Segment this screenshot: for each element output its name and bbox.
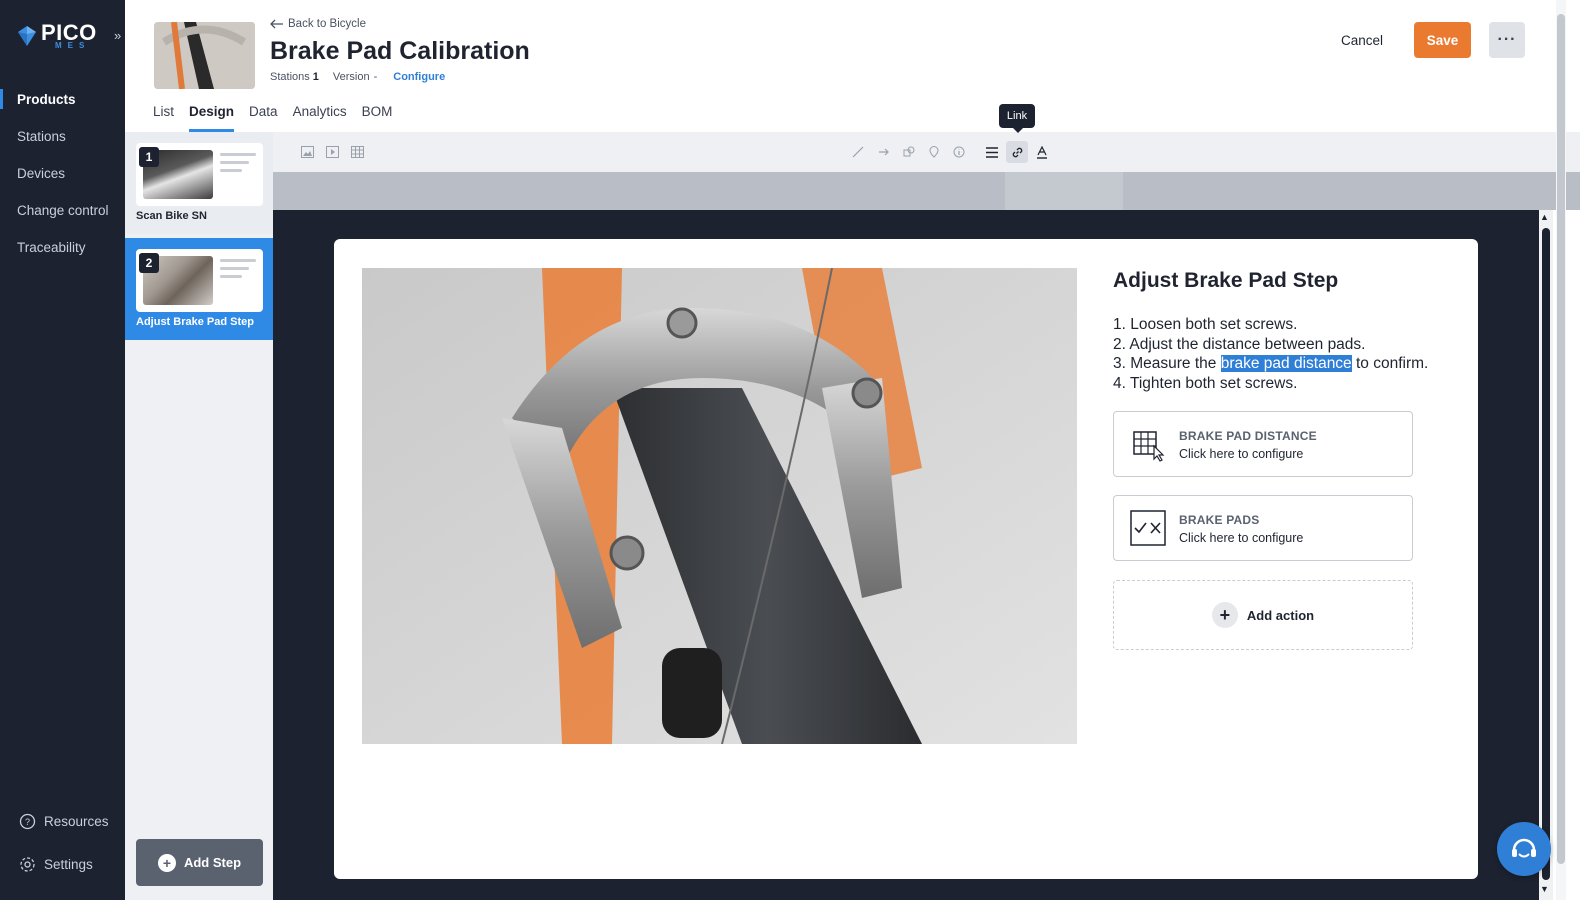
step-photo[interactable] <box>362 268 1077 744</box>
nav-item-change-control[interactable]: Change control <box>0 192 125 229</box>
action-brake-pads[interactable]: BRAKE PADS Click here to configure <box>1113 495 1413 561</box>
more-options-button[interactable]: ··· <box>1489 22 1525 58</box>
editor-toolbar <box>273 132 1580 172</box>
arrow-left-icon <box>270 19 283 29</box>
step-number: 2 <box>139 253 159 273</box>
step-item-active[interactable]: 2 Adjust Brake Pad Step <box>125 238 273 340</box>
step-label: Scan Bike SN <box>136 210 207 222</box>
text-color-icon[interactable] <box>1033 143 1051 161</box>
collapse-sidebar-icon[interactable]: » <box>114 28 128 44</box>
tab-analytics[interactable]: Analytics <box>293 98 347 132</box>
instruction-line: 2. Adjust the distance between pads. <box>1113 335 1366 353</box>
product-tabs: List Design Data Analytics BOM <box>153 98 407 132</box>
selected-text: brake pad distance <box>1220 355 1352 372</box>
table-cursor-icon <box>1133 431 1165 462</box>
canvas-scroll-thumb[interactable] <box>1542 228 1550 880</box>
main-nav: Products Stations Devices Change control… <box>0 81 125 266</box>
step-card: Adjust Brake Pad Step 1. Loosen both set… <box>334 239 1478 879</box>
back-link[interactable]: Back to Bicycle <box>270 18 366 30</box>
image-icon[interactable] <box>298 143 316 161</box>
cancel-button[interactable]: Cancel <box>1330 25 1394 55</box>
step-thumbnail: 2 <box>136 249 263 312</box>
step-number: 1 <box>139 147 159 167</box>
tab-list[interactable]: List <box>153 98 174 132</box>
marker-icon[interactable] <box>925 143 943 161</box>
instruction-line: 1. Loosen both set screws. <box>1113 316 1298 333</box>
scroll-up-icon[interactable]: ▲ <box>1540 212 1549 222</box>
chat-help-button[interactable] <box>1497 822 1551 876</box>
link-tooltip: Link <box>999 104 1035 133</box>
tab-design[interactable]: Design <box>189 98 235 132</box>
check-cross-icon <box>1130 510 1166 546</box>
nav-item-traceability[interactable]: Traceability <box>0 229 125 266</box>
nav-item-resources[interactable]: ? Resources <box>0 809 125 833</box>
instructions-text[interactable]: 1. Loosen both set screws. 2. Adjust the… <box>1113 315 1428 393</box>
nav-item-stations[interactable]: Stations <box>0 118 125 155</box>
page-title: Brake Pad Calibration <box>270 37 530 65</box>
instruction-line: 3. Measure the brake pad distance to con… <box>1113 355 1429 372</box>
steps-panel: 1 Scan Bike SN 2 Adjust Brake Pad Step <box>125 132 273 900</box>
help-circle-icon: ? <box>19 813 36 829</box>
link-icon[interactable] <box>1006 141 1028 163</box>
product-meta: Stations 1 Version - Configure <box>270 71 446 83</box>
logo-diamond-icon <box>18 26 36 46</box>
line-icon[interactable] <box>849 143 867 161</box>
logo-sub: MES <box>55 41 91 50</box>
nav-item-settings[interactable]: Settings <box>0 852 125 876</box>
logo[interactable]: PICO MES <box>17 22 97 50</box>
version-value: - <box>373 71 378 83</box>
stations-count: 1 <box>312 71 319 83</box>
instruction-line: 4. Tighten both set screws. <box>1113 374 1298 392</box>
sidebar: PICO MES » Products Stations Devices Cha… <box>0 0 125 900</box>
table-icon[interactable] <box>348 143 366 161</box>
step-title[interactable]: Adjust Brake Pad Step <box>1113 269 1338 293</box>
tab-data[interactable]: Data <box>249 98 278 132</box>
add-action-button[interactable]: + Add action <box>1113 580 1413 650</box>
scroll-down-icon[interactable]: ▼ <box>1540 884 1549 894</box>
configure-link[interactable]: Configure <box>393 71 445 83</box>
add-step-button[interactable]: + Add Step <box>136 839 263 886</box>
step-label: Adjust Brake Pad Step <box>136 316 254 328</box>
nav-item-products[interactable]: Products <box>0 81 125 118</box>
shape-icon[interactable] <box>900 143 918 161</box>
nav-item-devices[interactable]: Devices <box>0 155 125 192</box>
overlay-strip <box>273 172 1580 210</box>
arrow-icon[interactable] <box>875 143 893 161</box>
save-button[interactable]: Save <box>1414 22 1471 58</box>
headset-chat-icon <box>1512 838 1536 858</box>
info-icon[interactable] <box>950 143 968 161</box>
action-brake-pad-distance[interactable]: BRAKE PAD DISTANCE Click here to configu… <box>1113 411 1413 477</box>
page-scroll-thumb[interactable] <box>1557 14 1565 864</box>
svg-text:?: ? <box>25 817 30 827</box>
plus-icon: + <box>1211 602 1238 628</box>
video-icon[interactable] <box>323 143 341 161</box>
gear-icon <box>20 856 35 872</box>
tab-bom[interactable]: BOM <box>362 98 393 132</box>
step-thumbnail: 1 <box>136 143 263 206</box>
step-item[interactable]: 1 Scan Bike SN <box>125 132 273 234</box>
align-icon[interactable] <box>983 143 1001 161</box>
plus-icon: + <box>157 853 176 872</box>
product-thumbnail <box>154 22 255 89</box>
